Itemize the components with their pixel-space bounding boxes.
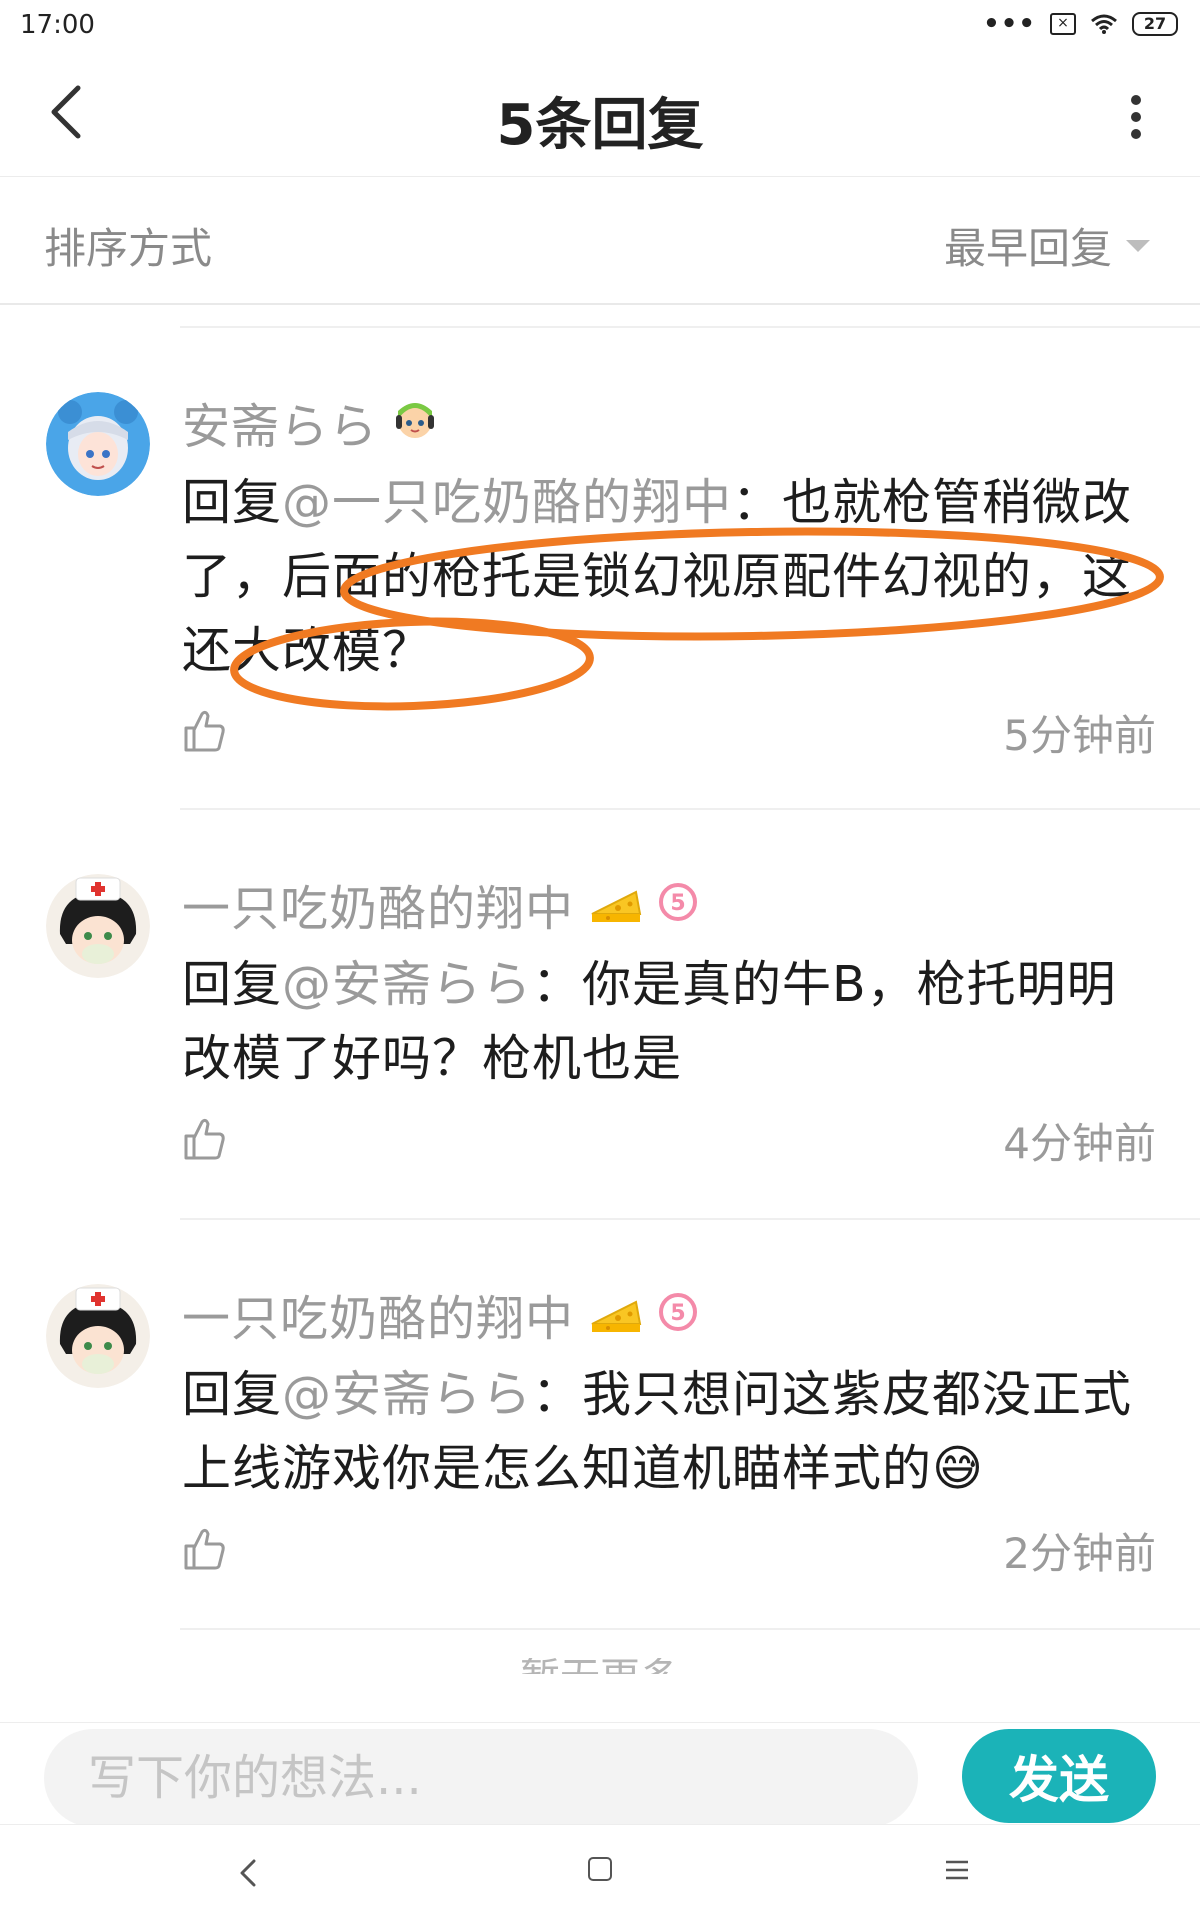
thumbs-up-icon[interactable] [182,708,226,754]
divider [180,1628,1200,1630]
top-bar: 5条回复 [0,56,1200,177]
reply-content: 回复@一只吃奶酪的翔中：也就枪管稍微改了，后面的枪托是锁幻视原配件幻视的，这还大… [182,466,1156,688]
anime-boy-avatar-icon [46,1284,150,1388]
sort-bar: 排序方式 最早回复 [0,177,1200,305]
mention-link[interactable]: @安斋らら [282,956,532,1013]
username-row: 一只吃奶酪的翔中 5 [182,874,1156,937]
nav-back-icon[interactable] [230,1855,266,1891]
username[interactable]: 安斋らら [182,387,378,457]
reply-body: 一只吃奶酪的翔中 5 回复@安斋らら：你是真的牛B，枪托明明改模了好吗？枪机也是 [182,874,1156,1190]
thumbs-up-icon[interactable] [182,1526,226,1572]
mention-link[interactable]: @安斋らら [282,1366,532,1423]
cheese-icon [588,880,644,928]
nav-home-icon[interactable] [588,1857,612,1881]
wifi-icon [1091,14,1117,34]
sort-value: 最早回复 [943,224,1112,273]
page-title: 5条回复 [496,93,704,158]
sort-dropdown[interactable]: 最早回复 [944,215,1150,276]
thumbs-up-icon[interactable] [182,1116,226,1162]
sort-label: 排序方式 [44,224,213,273]
status-icons: ••• × 27 [983,9,1178,39]
reply-time: 5分钟前 [1003,711,1156,760]
sweat-smile-emoji: 😅 [932,1440,985,1497]
comment-composer: 发送 [0,1722,1200,1827]
reply-body: 安斋らら 回复@一只吃奶酪的翔中：也就枪管稍微改了，后面的枪托是锁幻视原配件幻视… [182,392,1156,782]
mention-link[interactable]: @一只吃奶酪的翔中 [282,474,732,531]
level-number: 5 [670,1301,685,1326]
anime-girl-avatar-icon [46,392,150,496]
more-notifications-icon: ••• [983,9,1036,39]
username[interactable]: 一只吃奶酪的翔中 [182,1279,574,1349]
divider [180,1218,1200,1220]
reply-prefix: 回复 [182,956,283,1013]
reply-prefix: 回复 [182,1366,283,1423]
level-number: 5 [670,891,685,916]
status-bar: 17:00 ••• × 27 [0,0,1200,56]
username-row: 安斋らら [182,392,1156,455]
avatar[interactable] [46,874,150,978]
level-badge-icon: 5 [658,882,698,926]
reply-actions: 5分钟前 [182,702,1156,782]
character-badge-icon [392,397,438,447]
more-options-icon[interactable] [1128,92,1144,142]
reply-actions: 2分钟前 [182,1520,1156,1600]
level-badge-icon: 5 [658,1292,698,1336]
caret-down-icon [1126,239,1150,252]
reply-actions: 4分钟前 [182,1110,1156,1190]
reply-time: 4分钟前 [1003,1119,1156,1168]
battery-icon: 27 [1132,12,1178,36]
status-time: 17:00 [20,10,95,40]
divider [180,808,1200,810]
send-button[interactable]: 发送 [962,1729,1156,1823]
divider [180,326,1200,328]
username[interactable]: 一只吃奶酪的翔中 [182,869,574,939]
reply-body: 一只吃奶酪的翔中 5 回复@安斋らら：我只想问这紫皮都没正式上线游戏你是怎么知道… [182,1284,1156,1600]
reply-prefix: 回复 [182,474,283,531]
no-more-text: 暂无更多 [520,1658,680,1674]
reply-content: 回复@安斋らら：我只想问这紫皮都没正式上线游戏你是怎么知道机瞄样式的😅 [182,1358,1156,1506]
avatar[interactable] [46,1284,150,1388]
avatar[interactable] [46,392,150,496]
system-nav-bar [0,1824,1200,1921]
cheese-icon [588,1290,644,1338]
sim-card-icon: × [1050,13,1076,35]
reply-content: 回复@安斋らら：你是真的牛B，枪托明明改模了好吗？枪机也是 [182,948,1156,1096]
nav-menu-icon[interactable] [944,1857,970,1883]
reply-time: 2分钟前 [1003,1529,1156,1578]
comment-input[interactable] [44,1729,918,1827]
anime-boy-avatar-icon [46,874,150,978]
username-row: 一只吃奶酪的翔中 5 [182,1284,1156,1347]
no-more-hint: 暂无更多 [0,1658,1200,1674]
